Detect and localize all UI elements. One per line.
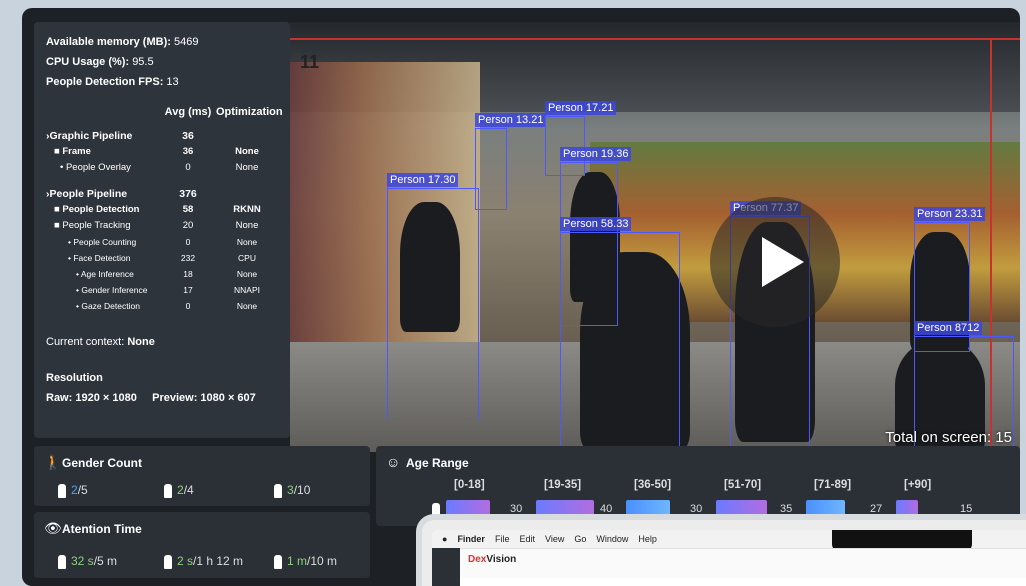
table-row: • People Overlay 0 None <box>60 162 259 173</box>
detection-label: Person 58.33 <box>560 217 632 231</box>
frame-number: 11 <box>300 52 320 72</box>
sidebar <box>432 548 460 586</box>
app-bar <box>432 548 1026 578</box>
menu-help[interactable]: Help <box>638 534 657 544</box>
detection-label: Person 19.36 <box>560 147 632 161</box>
laptop-screen: ● Finder File Edit View Go Window Help D… <box>432 530 1026 586</box>
table-row: ›People Pipeline 376 <box>46 188 197 200</box>
total-on-screen: Total on screen: 15 <box>885 429 1012 446</box>
memory-label: Available memory (MB): <box>46 36 171 48</box>
apple-icon[interactable]: ● <box>442 534 447 544</box>
detection-box[interactable]: Person 58.33 <box>560 217 680 452</box>
cpu-stat: CPU Usage (%): 95.5 <box>46 52 278 72</box>
context-label: Current context: <box>46 336 125 348</box>
age-range-label: [36-50] <box>634 479 672 491</box>
gender-count-title: Gender Count <box>62 456 142 470</box>
attention-unknown: 1 m/10 m <box>274 554 337 569</box>
menu-finder[interactable]: Finder <box>457 534 485 544</box>
age-range-label: [71-89] <box>814 479 852 491</box>
attention-female: 2 s/1 h 12 m <box>164 554 243 569</box>
attention-time-title: Atention Time <box>62 522 142 536</box>
male-icon <box>58 554 66 569</box>
menu-file[interactable]: File <box>495 534 510 544</box>
detection-box[interactable]: Person 17.30 <box>387 173 479 420</box>
context-row: Current context: None <box>46 332 278 352</box>
stats-panel: Available memory (MB): 5469 CPU Usage (%… <box>34 22 290 438</box>
menu-window[interactable]: Window <box>596 534 628 544</box>
cpu-value: 95.5 <box>132 56 154 68</box>
preview-label: Preview: <box>152 392 198 404</box>
table-row: • Gender Inference 17 NNAPI <box>76 285 260 295</box>
age-range-label: [+90] <box>904 479 932 491</box>
gender-count-card: 🚶 Gender Count 2/5 2/4 3/10 <box>34 446 370 506</box>
person-walking-icon: 🚶 <box>44 454 62 470</box>
face-icon: ☺ <box>386 454 401 470</box>
play-icon[interactable] <box>710 197 840 327</box>
age-range-label: [19-35] <box>544 479 582 491</box>
gender-count-unknown: 3/10 <box>274 483 310 498</box>
table-row: • Age Inference 18 None <box>76 269 258 279</box>
table-row: • Gaze Detection 0 None <box>76 301 258 311</box>
detection-label: Person 13.21 <box>475 113 547 127</box>
raw-value: 1920 × 1080 <box>75 392 137 404</box>
laptop-mockup: ● Finder File Edit View Go Window Help D… <box>416 514 1026 586</box>
female-icon <box>164 483 172 498</box>
context-value: None <box>127 336 155 348</box>
detection-label: Person 23.31 <box>914 207 986 221</box>
memory-stat: Available memory (MB): 5469 <box>46 32 278 52</box>
cpu-label: CPU Usage (%): <box>46 56 130 68</box>
female-icon <box>164 554 172 569</box>
person-icon <box>274 483 282 498</box>
memory-value: 5469 <box>173 36 199 48</box>
preview-value: 1080 × 607 <box>200 392 256 404</box>
col-avg: Avg (ms) <box>164 106 212 118</box>
detection-label: Person 8712 <box>914 321 983 335</box>
age-range-label: [0-18] <box>454 479 485 491</box>
table-row: ■ People Detection 58 RKNN <box>54 204 261 215</box>
table-row: • Face Detection 232 CPU <box>68 253 256 263</box>
eye-icon: 👁 <box>44 520 62 536</box>
col-optimization: Optimization <box>216 106 283 118</box>
attention-time-card: 👁 Atention Time 32 s/5 m 2 s/1 h 12 m 1 … <box>34 512 370 578</box>
person-icon <box>274 554 282 569</box>
table-header: Avg (ms) Optimization <box>46 102 283 122</box>
brand-logo: DexVision <box>468 554 517 565</box>
attention-male: 32 s/5 m <box>58 554 117 569</box>
menu-edit[interactable]: Edit <box>519 534 535 544</box>
zone-line <box>290 38 1020 40</box>
detection-label: Person 17.30 <box>387 173 459 187</box>
table-row: • People Counting 0 None <box>68 237 258 247</box>
raw-label: Raw: <box>46 392 73 404</box>
gender-count-female: 2/4 <box>164 483 194 498</box>
video-feed[interactable]: Person 17.30 Person 13.21 Person 17.21 P… <box>290 22 1020 452</box>
age-range-label: [51-70] <box>724 479 762 491</box>
fps-label: People Detection FPS: <box>46 76 164 88</box>
pipeline-table: Avg (ms) Optimization ›Graphic Pipeline 36… <box>46 102 283 314</box>
table-row: ■ People Tracking 20 None <box>54 220 259 231</box>
male-icon <box>58 483 66 498</box>
detection-label: Person 17.21 <box>545 101 617 115</box>
table-row: ■ Frame 36 None <box>54 146 259 157</box>
resolution-title: Resolution <box>46 372 103 384</box>
detection-box[interactable]: Person 13.21 <box>475 113 547 210</box>
resolution-row: Raw: 1920 × 1080 Preview: 1080 × 607 <box>46 388 278 408</box>
menu-view[interactable]: View <box>545 534 564 544</box>
gender-count-male: 2/5 <box>58 483 88 498</box>
fps-stat: People Detection FPS: 13 <box>46 72 278 92</box>
age-range-title: Age Range <box>406 456 469 470</box>
menu-go[interactable]: Go <box>574 534 586 544</box>
table-row: ›Graphic Pipeline 36 <box>46 130 194 142</box>
fps-value: 13 <box>166 76 179 88</box>
app-window: Person 17.30 Person 13.21 Person 17.21 P… <box>22 8 1020 586</box>
